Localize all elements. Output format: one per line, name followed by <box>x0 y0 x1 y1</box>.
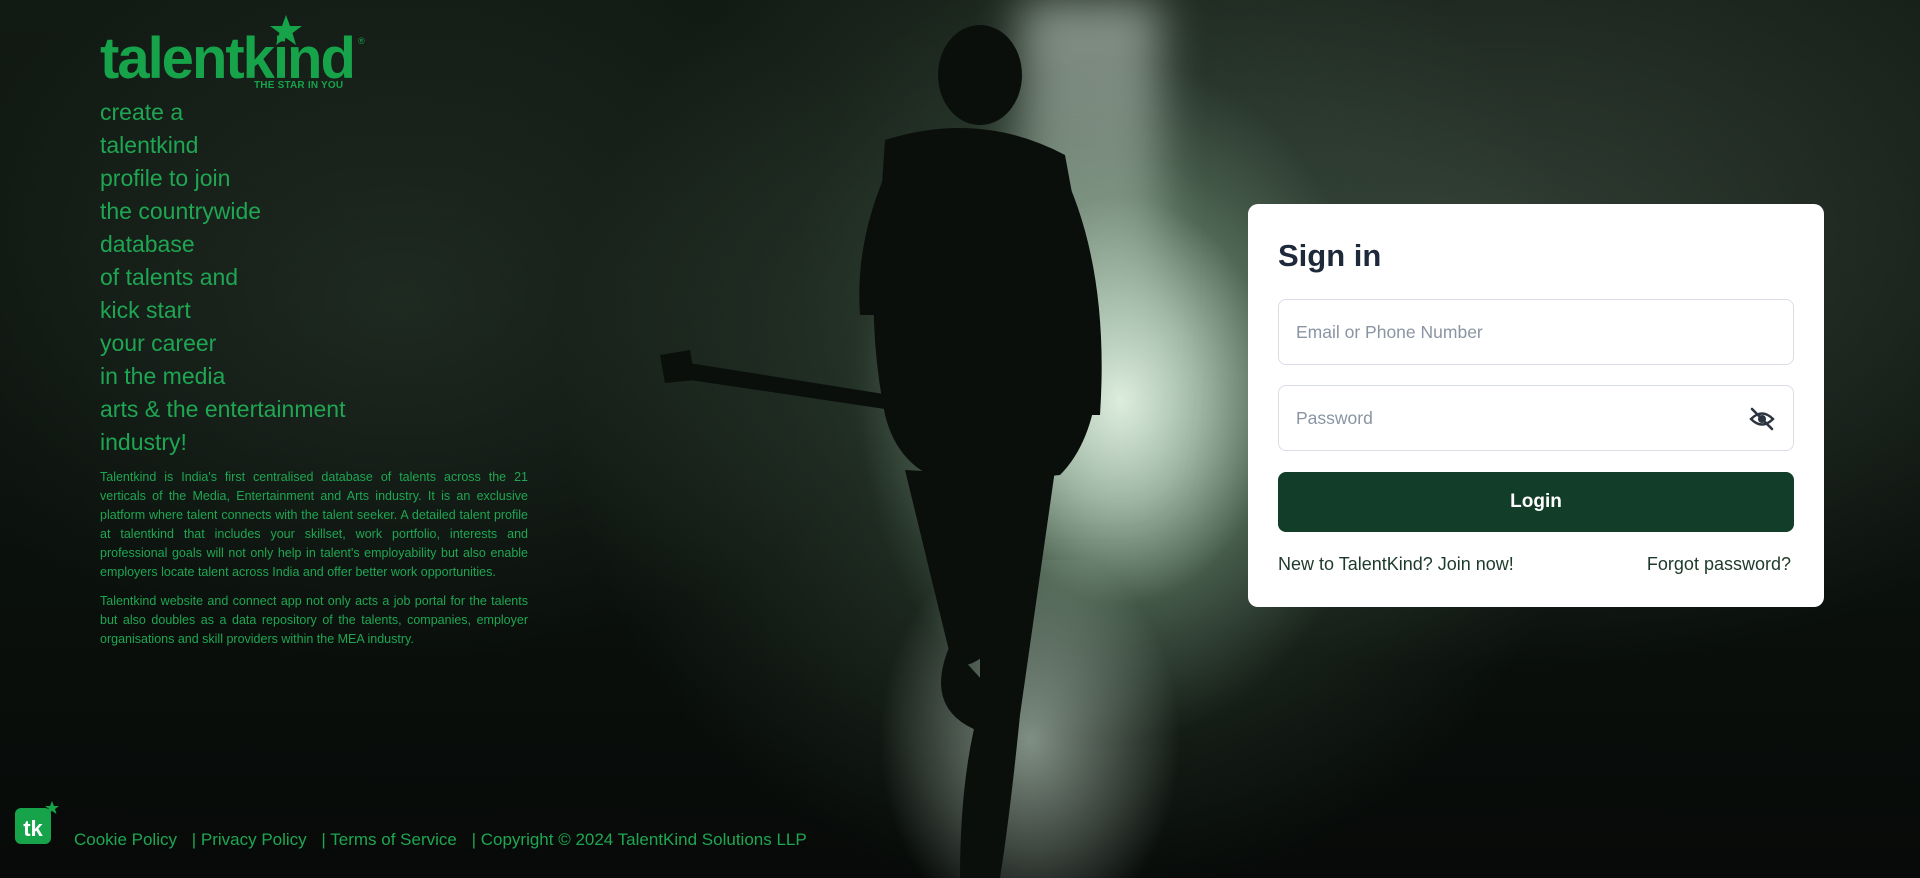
headline-line: of talents and <box>100 264 239 290</box>
privacy-policy-link[interactable]: | Privacy Policy <box>192 830 307 849</box>
headline-line: the countrywide <box>100 198 262 224</box>
headline: create a talentkind profile to join the … <box>100 96 400 459</box>
badge-text: tk <box>23 816 43 841</box>
signin-card: Sign in Login New to TalentKind? Join no… <box>1248 204 1824 607</box>
star-icon <box>270 15 302 45</box>
headline-line: industry! <box>100 429 187 455</box>
forgot-password-link[interactable]: Forgot password? <box>1647 554 1791 575</box>
join-now-link[interactable]: New to TalentKind? Join now! <box>1278 554 1514 575</box>
description-paragraph: Talentkind is India's first centralised … <box>100 470 528 579</box>
headline-line: create a <box>100 99 184 125</box>
eye-off-icon[interactable] <box>1749 407 1775 431</box>
login-button[interactable]: Login <box>1278 472 1794 532</box>
copyright-text: | Copyright © 2024 TalentKind Solutions … <box>471 830 807 849</box>
registered-mark: ® <box>358 36 365 46</box>
terms-of-service-link[interactable]: | Terms of Service <box>321 830 456 849</box>
tk-badge-icon[interactable]: tk <box>14 800 60 846</box>
email-input[interactable] <box>1279 300 1793 364</box>
headline-line: talentkind <box>100 132 199 158</box>
headline-line: database <box>100 231 195 257</box>
headline-line: profile to join <box>100 165 231 191</box>
logo-tagline: THE STAR IN YOU <box>254 80 344 91</box>
footer-links: Cookie Policy | Privacy Policy | Terms o… <box>74 830 807 850</box>
signin-title: Sign in <box>1278 238 1382 273</box>
password-field-wrapper <box>1278 385 1794 451</box>
guitarist-silhouette <box>660 25 1102 878</box>
headline-line: kick start <box>100 297 191 323</box>
headline-line: in the media <box>100 363 226 389</box>
headline-line: your career <box>100 330 217 356</box>
email-field-wrapper <box>1278 299 1794 365</box>
talentkind-logo[interactable]: talentkind ® THE STAR IN YOU <box>100 14 370 94</box>
password-input[interactable] <box>1279 386 1793 450</box>
description-paragraph: Talentkind website and connect app not o… <box>100 594 528 646</box>
headline-line: arts & the entertainment <box>100 396 346 422</box>
cookie-policy-link[interactable]: Cookie Policy <box>74 830 177 849</box>
description: Talentkind is India's first centralised … <box>100 468 528 659</box>
